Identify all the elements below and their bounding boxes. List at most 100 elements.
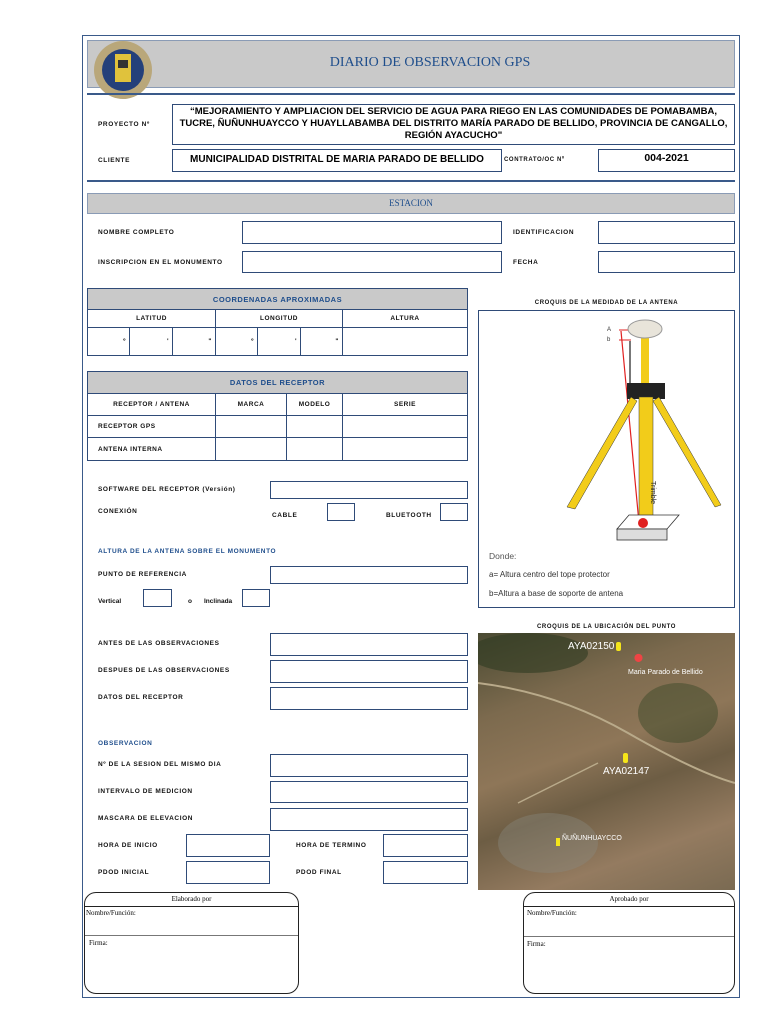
map-pin-icon — [623, 753, 628, 763]
mascara-label: MASCARA DE ELEVACION — [98, 815, 194, 822]
nombre-input[interactable] — [242, 221, 502, 244]
lat-sec-cell[interactable]: " — [172, 327, 216, 356]
sesion-input[interactable] — [270, 754, 468, 777]
elaborado-firma[interactable]: Firma: — [85, 936, 298, 950]
legend-b: b=Altura a base de soporte de antena — [489, 589, 624, 598]
aprobado-nombre[interactable]: Nombre/Función: — [524, 907, 734, 937]
map-pin-icon — [556, 838, 560, 846]
software-label: SOFTWARE DEL RECEPTOR (Versión) — [98, 486, 236, 493]
map-point-aya02147[interactable]: AYA02147 — [603, 766, 649, 777]
punto-input[interactable] — [270, 566, 468, 584]
company-logo — [88, 40, 158, 100]
location-pin-icon: ⬤ — [634, 653, 643, 662]
cable-checkbox[interactable] — [327, 503, 355, 521]
antenna-diagram: Trimble A b Donde: a= Altura centro del … — [478, 310, 735, 608]
label-b: b — [607, 337, 611, 343]
legend-a: a= Altura centro del tope protector — [489, 570, 610, 579]
aprobado-title: Aprobado por — [524, 893, 734, 907]
page-title: DIARIO DE OBSERVACION GPS — [329, 55, 531, 70]
hora-inicio-input[interactable] — [186, 834, 270, 857]
cable-label: CABLE — [272, 512, 298, 519]
bluetooth-checkbox[interactable] — [440, 503, 468, 521]
despues-input[interactable] — [270, 660, 468, 683]
map-pin-icon — [616, 642, 621, 651]
conexion-label: CONEXIÓN — [98, 508, 138, 515]
despues-label: DESPUES DE LAS OBSERVACIONES — [98, 667, 230, 674]
mascara-input[interactable] — [270, 808, 468, 831]
row-label: ANTENA INTERNA — [87, 437, 216, 461]
altura-section-title: ALTURA DE LA ANTENA SOBRE EL MONUMENTO — [98, 548, 277, 555]
trimble-brand: Trimble — [649, 481, 656, 504]
col-header: MODELO — [286, 393, 343, 416]
table-row: ANTENA INTERNA — [87, 437, 468, 461]
col-header: MARCA — [215, 393, 287, 416]
cliente-label: CLIENTE — [98, 157, 131, 164]
nombre-label: NOMBRE COMPLETO — [98, 229, 175, 236]
pdop-final-input[interactable] — [383, 861, 468, 884]
map-point-town[interactable]: ÑUÑUNHUAYCCO — [562, 835, 622, 842]
contrato-field[interactable]: 004-2021 — [598, 149, 735, 172]
cell[interactable] — [286, 437, 343, 461]
elaborado-box: Elaborado por Nombre/Función: Firma: — [84, 892, 299, 994]
sesion-label: Nº DE LA SESION DEL MISMO DIA — [98, 761, 222, 768]
altura-header: ALTURA — [342, 309, 468, 328]
donde-label: Donde: — [489, 551, 517, 561]
o-label: o — [188, 598, 193, 605]
contrato-label: CONTRATO/OC Nº — [504, 157, 565, 163]
observacion-title: OBSERVACION — [98, 740, 153, 747]
bluetooth-label: BLUETOOTH — [386, 512, 432, 519]
hora-termino-label: HORA DE TERMINO — [296, 842, 367, 849]
receptor-title: DATOS DEL RECEPTOR — [87, 371, 468, 394]
inscripcion-label: INSCRIPCION EN EL MONUMENTO — [98, 259, 223, 266]
divider — [87, 93, 735, 95]
aprobado-firma[interactable]: Firma: — [524, 937, 734, 951]
datos-receptor-input[interactable] — [270, 687, 468, 710]
label-a: A — [607, 327, 611, 333]
cell[interactable] — [286, 415, 343, 438]
identificacion-label: IDENTIFICACION — [513, 229, 575, 236]
elaborado-nombre[interactable]: Nombre/Función: — [85, 907, 298, 936]
lon-deg-cell[interactable]: º — [215, 327, 258, 356]
altura-cell[interactable] — [342, 327, 468, 356]
inclinada-checkbox[interactable] — [242, 589, 270, 607]
divider — [87, 180, 735, 182]
intervalo-input[interactable] — [270, 781, 468, 803]
tripod-illustration: Trimble A b — [566, 319, 722, 541]
lat-deg-cell[interactable]: º — [87, 327, 130, 356]
datos-receptor-label: DATOS DEL RECEPTOR — [98, 694, 184, 701]
pdop-final-label: PDOD FINAL — [296, 869, 342, 876]
receptor-table: DATOS DEL RECEPTOR RECEPTOR / ANTENA MARC… — [87, 371, 468, 461]
pdop-inicial-label: PDOD INICIAL — [98, 869, 150, 876]
vertical-label: Vertical — [98, 598, 122, 605]
pdop-inicial-input[interactable] — [186, 861, 270, 884]
inscripcion-input[interactable] — [242, 251, 502, 273]
identificacion-input[interactable] — [598, 221, 735, 244]
lat-min-cell[interactable]: ' — [129, 327, 173, 356]
lon-min-cell[interactable]: ' — [257, 327, 301, 356]
lon-sec-cell[interactable]: " — [300, 327, 343, 356]
hora-inicio-label: HORA DE INICIO — [98, 842, 158, 849]
vertical-checkbox[interactable] — [143, 589, 172, 607]
col-header: SERIE — [342, 393, 468, 416]
punto-label: PUNTO DE REFERENCIA — [98, 571, 187, 578]
latitud-header: LATITUD — [87, 309, 216, 328]
software-input[interactable] — [270, 481, 468, 499]
cell[interactable] — [215, 437, 287, 461]
hora-termino-input[interactable] — [383, 834, 468, 857]
aprobado-box: Aprobado por Nombre/Función: Firma: — [523, 892, 735, 994]
cliente-field[interactable]: MUNICIPALIDAD DISTRITAL DE MARIA PARADO … — [172, 149, 502, 172]
antes-input[interactable] — [270, 633, 468, 656]
croquis-antena-title: CROQUIS DE LA MEDIDAD DE LA ANTENA — [534, 300, 679, 306]
cell[interactable] — [342, 437, 468, 461]
cell[interactable] — [342, 415, 468, 438]
proyecto-field[interactable]: “MEJORAMIENTO Y AMPLIACION DEL SERVICIO … — [172, 104, 735, 145]
estacion-header: ESTACION — [87, 193, 735, 214]
fecha-input[interactable] — [598, 251, 735, 273]
intervalo-label: INTERVALO DE MEDICION — [98, 788, 193, 795]
longitud-header: LONGITUD — [215, 309, 343, 328]
croquis-ubicacion-title: CROQUIS DE LA UBICACIÓN DEL PUNTO — [536, 624, 677, 630]
coordenadas-table: COORDENADAS APROXIMADAS LATITUD LONGITUD A… — [87, 288, 468, 356]
cell[interactable] — [215, 415, 287, 438]
satellite-map[interactable]: AYA02150 ⬤ Maria Parado de Bellido AYA02… — [478, 633, 735, 890]
map-point-aya02150[interactable]: AYA02150 — [568, 641, 614, 652]
